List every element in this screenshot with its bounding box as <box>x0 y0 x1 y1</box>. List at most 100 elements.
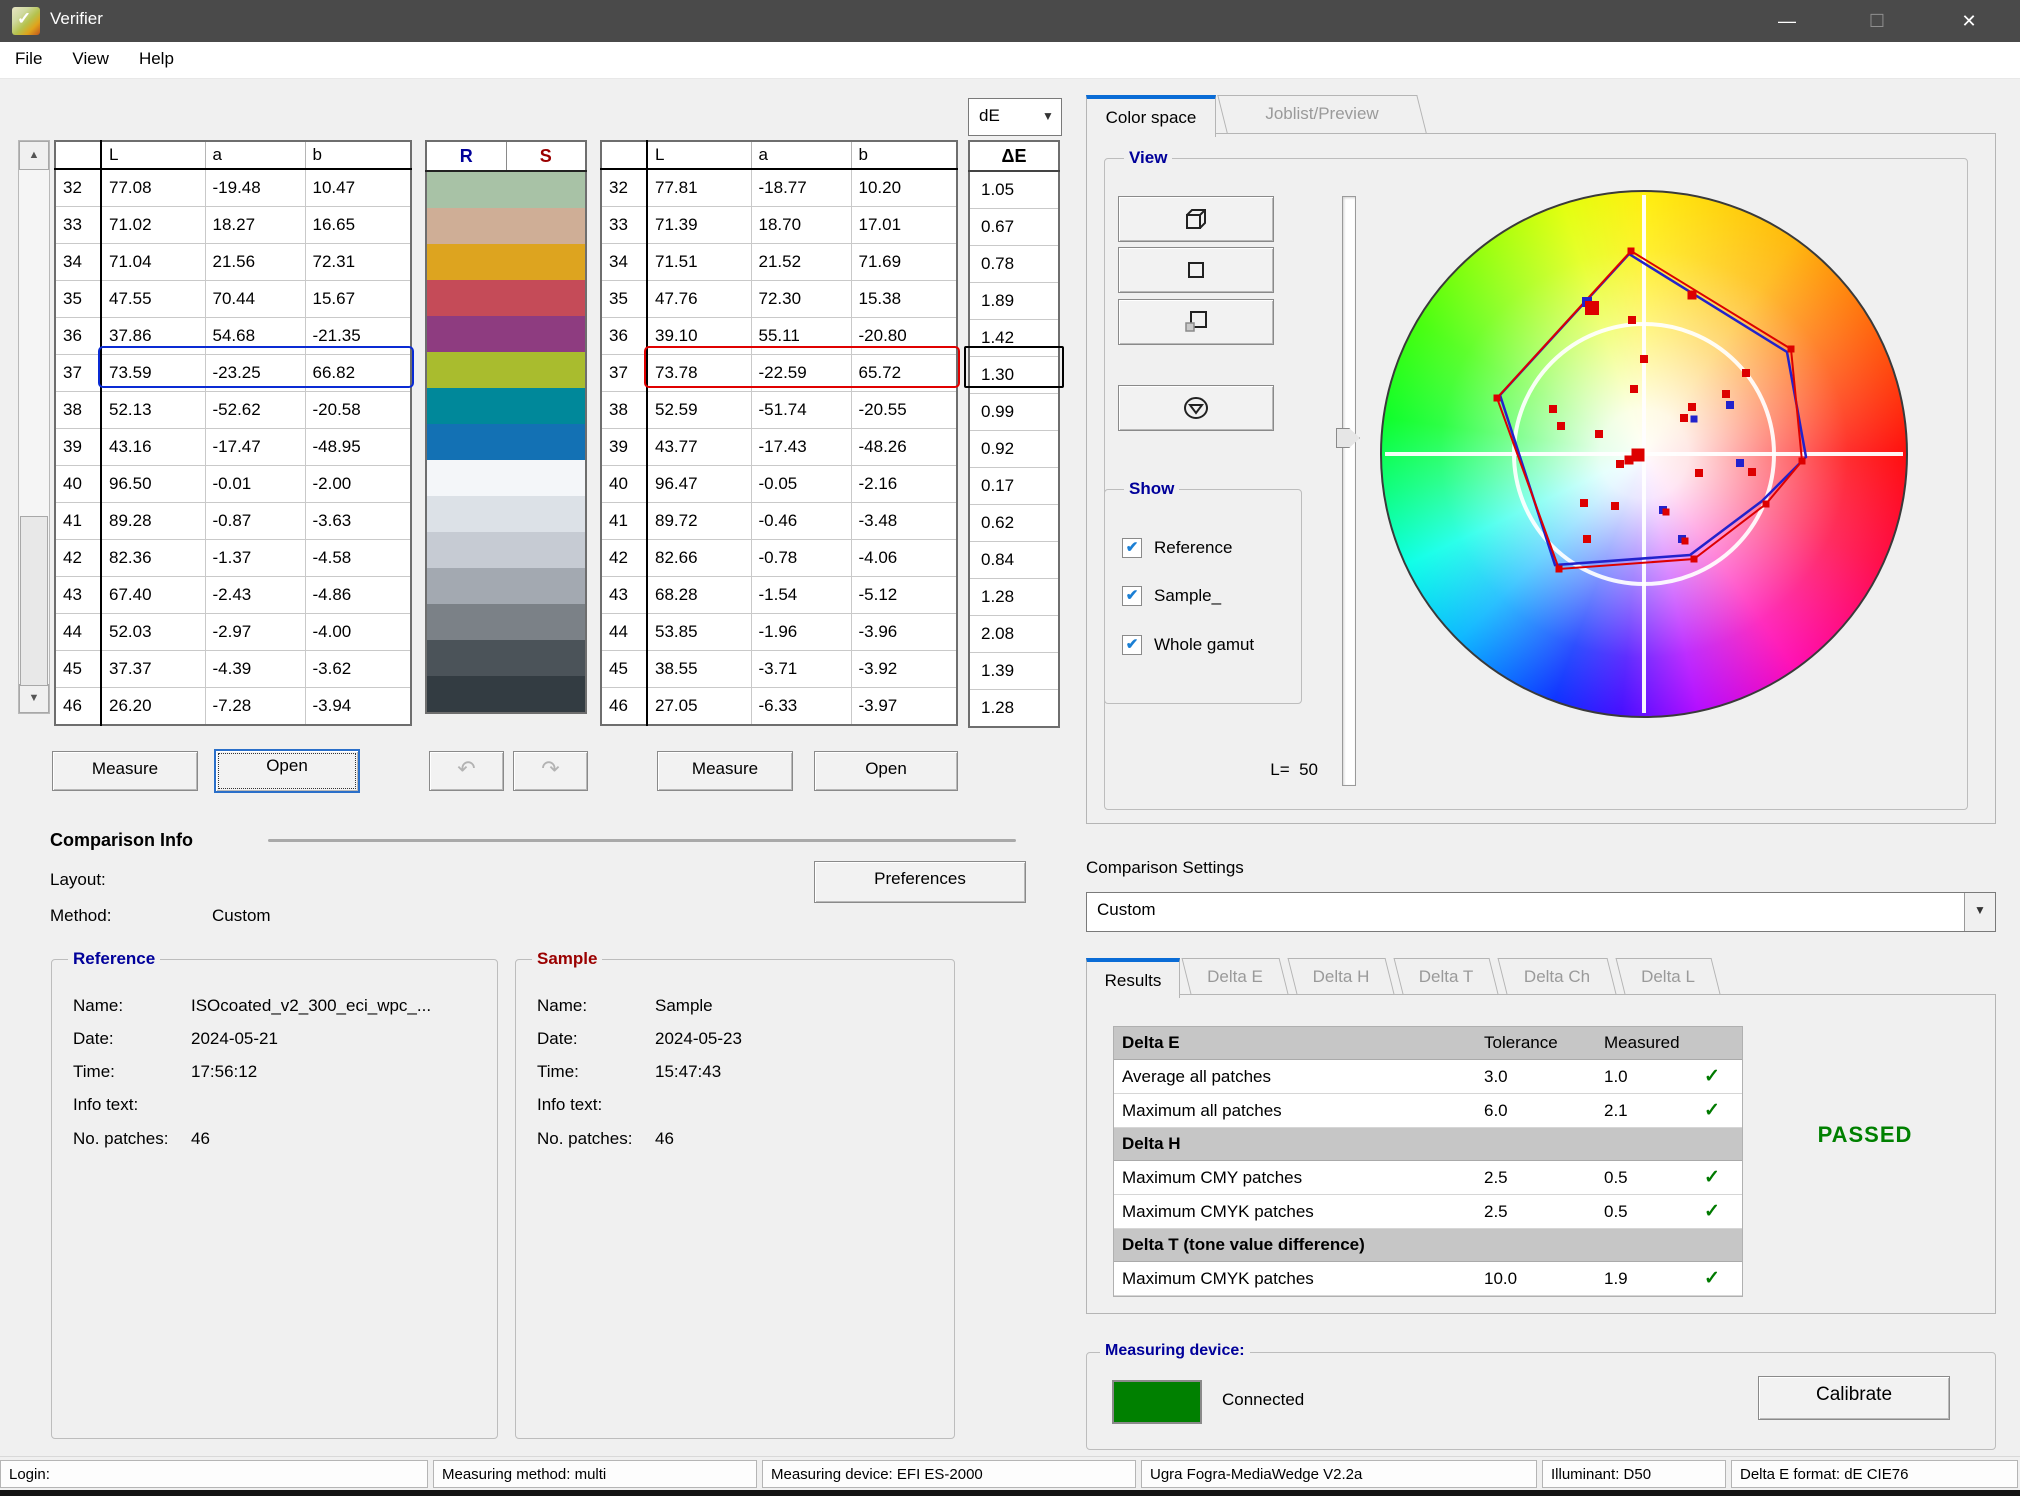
lab-value-cell[interactable]: 43.16 <box>101 429 205 466</box>
lightness-slider[interactable] <box>1342 196 1356 786</box>
patch-index-cell[interactable]: 46 <box>55 688 101 726</box>
lab-value-cell[interactable]: -1.37 <box>205 540 305 577</box>
lab-value-cell[interactable]: -2.00 <box>305 466 411 503</box>
sample-lab-table[interactable]: Lab3277.81-18.7710.203371.3918.7017.0134… <box>600 140 958 726</box>
patch-index-cell[interactable]: 32 <box>601 169 647 207</box>
table-row[interactable]: 3547.5570.4415.67 <box>55 281 411 318</box>
patch-row[interactable] <box>426 460 586 496</box>
table-row[interactable]: 4367.40-2.43-4.86 <box>55 577 411 614</box>
reference-patch-swatch[interactable] <box>426 568 506 604</box>
lab-value-cell[interactable]: -21.35 <box>305 318 411 355</box>
patch-index-cell[interactable]: 33 <box>55 207 101 244</box>
patch-index-cell[interactable]: 35 <box>601 281 647 318</box>
lab-value-cell[interactable]: 47.76 <box>647 281 751 318</box>
table-row[interactable]: 4368.28-1.54-5.12 <box>601 577 957 614</box>
reference-patch-swatch[interactable] <box>426 604 506 640</box>
patch-index-cell[interactable]: 45 <box>601 651 647 688</box>
delta-e-row[interactable]: 0.84 <box>969 542 1059 579</box>
delta-e-value-cell[interactable]: 0.67 <box>969 209 1059 246</box>
tab-color-space[interactable]: Color space <box>1086 95 1216 137</box>
sample-patch-swatch[interactable] <box>506 316 586 352</box>
delta-e-row[interactable]: 1.89 <box>969 283 1059 320</box>
patch-index-cell[interactable]: 40 <box>601 466 647 503</box>
lab-value-cell[interactable]: 96.50 <box>101 466 205 503</box>
lab-value-cell[interactable]: 65.72 <box>851 355 957 392</box>
delta-e-row[interactable]: 0.92 <box>969 431 1059 468</box>
checkbox-box[interactable]: ✔ <box>1122 635 1142 655</box>
scrollbar-thumb[interactable] <box>20 516 48 686</box>
delta-e-row[interactable]: 0.62 <box>969 505 1059 542</box>
sample-patch-swatch[interactable] <box>506 352 586 388</box>
delta-e-value-cell[interactable]: 1.28 <box>969 690 1059 728</box>
lab-value-cell[interactable]: 55.11 <box>751 318 851 355</box>
open-reference-button[interactable]: Open <box>214 749 360 793</box>
delta-e-row[interactable]: 1.28 <box>969 690 1059 728</box>
table-row[interactable]: 4453.85-1.96-3.96 <box>601 614 957 651</box>
patch-row[interactable] <box>426 640 586 676</box>
delta-e-value-cell[interactable]: 1.42 <box>969 320 1059 357</box>
delta-e-value-cell[interactable]: 0.84 <box>969 542 1059 579</box>
lab-value-cell[interactable]: 15.67 <box>305 281 411 318</box>
lab-value-cell[interactable]: -20.58 <box>305 392 411 429</box>
lab-value-cell[interactable]: -20.80 <box>851 318 957 355</box>
lab-value-cell[interactable]: 77.81 <box>647 169 751 207</box>
lab-value-cell[interactable]: -3.96 <box>851 614 957 651</box>
chevron-down-icon[interactable] <box>1964 893 1995 931</box>
lab-value-cell[interactable]: 73.59 <box>101 355 205 392</box>
patch-index-cell[interactable]: 45 <box>55 651 101 688</box>
sample-patch-swatch[interactable] <box>506 280 586 316</box>
lab-value-cell[interactable]: -5.12 <box>851 577 957 614</box>
patch-index-cell[interactable]: 39 <box>55 429 101 466</box>
delta-e-row[interactable]: 1.28 <box>969 579 1059 616</box>
table-row[interactable]: 4282.36-1.37-4.58 <box>55 540 411 577</box>
lab-value-cell[interactable]: 82.66 <box>647 540 751 577</box>
menu-item-file[interactable]: File <box>0 42 57 78</box>
sample-patch-swatch[interactable] <box>506 568 586 604</box>
lab-value-cell[interactable]: -7.28 <box>205 688 305 726</box>
open-sample-button[interactable]: Open <box>814 751 958 791</box>
table-row[interactable]: 4282.66-0.78-4.06 <box>601 540 957 577</box>
lab-value-cell[interactable]: -17.47 <box>205 429 305 466</box>
lab-value-cell[interactable]: -4.86 <box>305 577 411 614</box>
delta-e-table[interactable]: ΔE 1.050.670.781.891.421.300.990.920.170… <box>968 140 1060 728</box>
lab-value-cell[interactable]: 21.56 <box>205 244 305 281</box>
delta-e-value-cell[interactable]: 0.78 <box>969 246 1059 283</box>
table-row[interactable]: 3852.59-51.74-20.55 <box>601 392 957 429</box>
lab-value-cell[interactable]: -3.62 <box>305 651 411 688</box>
redo-button[interactable]: ↷ <box>513 751 588 791</box>
table-row[interactable]: 3371.0218.2716.65 <box>55 207 411 244</box>
patch-index-cell[interactable]: 37 <box>55 355 101 392</box>
lab-value-cell[interactable]: -0.46 <box>751 503 851 540</box>
lab-value-cell[interactable]: -51.74 <box>751 392 851 429</box>
delta-e-row[interactable]: 0.78 <box>969 246 1059 283</box>
lab-value-cell[interactable]: 10.20 <box>851 169 957 207</box>
maximize-button[interactable]: ☐ <box>1848 0 1906 42</box>
lab-value-cell[interactable]: 71.51 <box>647 244 751 281</box>
table-row[interactable]: 4096.50-0.01-2.00 <box>55 466 411 503</box>
patch-index-cell[interactable]: 42 <box>55 540 101 577</box>
table-row[interactable]: 3277.08-19.4810.47 <box>55 169 411 207</box>
lab-value-cell[interactable]: -3.71 <box>751 651 851 688</box>
patch-row[interactable] <box>426 568 586 604</box>
lab-value-cell[interactable]: -4.39 <box>205 651 305 688</box>
patch-row[interactable] <box>426 388 586 424</box>
patch-row[interactable] <box>426 532 586 568</box>
reference-patch-swatch[interactable] <box>426 280 506 316</box>
lab-value-cell[interactable]: -3.94 <box>305 688 411 726</box>
sample-patch-swatch[interactable] <box>506 388 586 424</box>
patch-row[interactable] <box>426 424 586 460</box>
lab-value-cell[interactable]: -18.77 <box>751 169 851 207</box>
patch-color-table[interactable]: R S <box>425 140 587 714</box>
delta-e-mode-dropdown[interactable]: dE <box>968 98 1062 136</box>
sample-patch-swatch[interactable] <box>506 604 586 640</box>
lab-value-cell[interactable]: 37.86 <box>101 318 205 355</box>
reference-patch-swatch[interactable] <box>426 316 506 352</box>
delta-e-row[interactable]: 0.67 <box>969 209 1059 246</box>
tab-delta-e[interactable]: Delta E <box>1186 958 1284 994</box>
patch-index-cell[interactable]: 42 <box>601 540 647 577</box>
lab-value-cell[interactable]: 10.47 <box>305 169 411 207</box>
patch-index-cell[interactable]: 41 <box>55 503 101 540</box>
lab-value-cell[interactable]: 52.13 <box>101 392 205 429</box>
patch-index-cell[interactable]: 34 <box>601 244 647 281</box>
patch-index-cell[interactable]: 33 <box>601 207 647 244</box>
